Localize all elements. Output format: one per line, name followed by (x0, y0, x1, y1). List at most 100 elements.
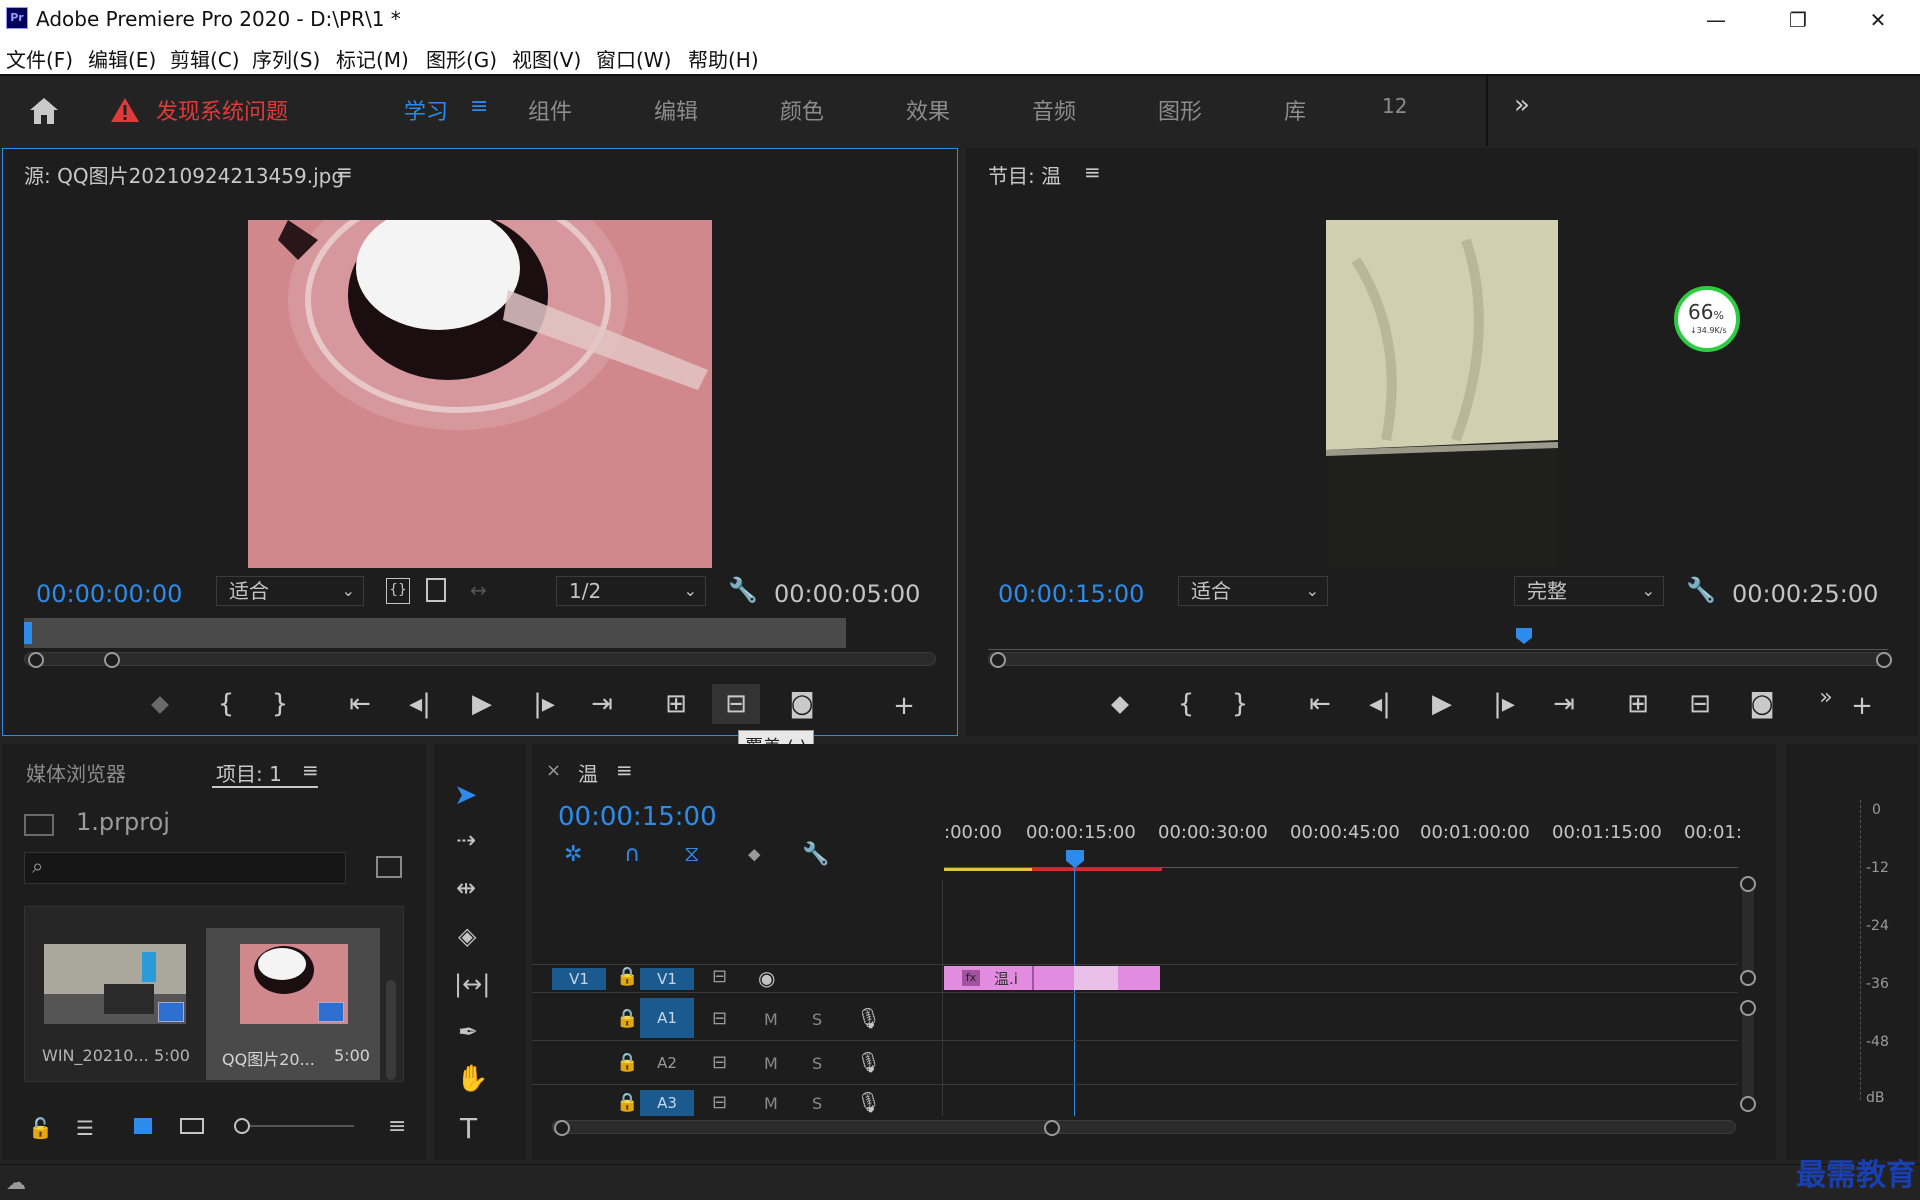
razor-tool-icon[interactable]: ◈ (458, 922, 476, 950)
source-playhead[interactable] (24, 622, 32, 644)
tab-media-browser[interactable]: 媒体浏览器 (26, 758, 126, 787)
program-quality-select[interactable]: 完整 ⌄ (1514, 576, 1664, 606)
tab-effects[interactable]: 效果 (906, 94, 950, 126)
eye-icon[interactable]: ◉ (758, 966, 775, 990)
freeform-view-icon[interactable] (180, 1118, 204, 1134)
sync-lock-icon[interactable]: ⊟ (712, 1092, 727, 1113)
mark-out-icon[interactable]: } (1222, 686, 1258, 722)
scroll-handle[interactable] (1740, 970, 1756, 986)
snap-icon[interactable]: ∩ (624, 842, 640, 867)
timeline-horizontal-scrollbar[interactable] (552, 1120, 1736, 1134)
lock-icon[interactable]: 🔓 (28, 1116, 53, 1140)
source-zoom-select[interactable]: 适合 ⌄ (216, 576, 364, 606)
go-to-in-icon[interactable]: ⇤ (342, 686, 378, 722)
menu-window[interactable]: 窗口(W) (596, 44, 671, 73)
project-panel-menu-icon[interactable]: ≡ (302, 758, 319, 782)
step-forward-icon[interactable]: |▸ (526, 686, 562, 722)
microphone-icon[interactable]: 🎙 (856, 1090, 881, 1114)
nest-toggle-icon[interactable]: ✲ (564, 842, 582, 867)
source-time-ruler[interactable] (24, 618, 846, 648)
scrollbar-handle-right[interactable] (104, 652, 120, 668)
mute-button[interactable]: M (764, 1094, 778, 1113)
system-issue-alert[interactable]: 发现系统问题 (156, 94, 288, 126)
program-zoom-scrollbar[interactable] (988, 652, 1892, 666)
program-panel-menu-icon[interactable]: ≡ (1084, 160, 1101, 184)
lock-icon[interactable]: 🔒 (616, 1052, 638, 1073)
track-select-tool-icon[interactable]: ⇢ (456, 826, 476, 854)
scrollbar-handle-right[interactable] (1044, 1120, 1060, 1136)
film-strip-icon[interactable] (426, 578, 446, 602)
lock-icon[interactable]: 🔒 (616, 966, 638, 987)
scroll-handle[interactable] (1740, 876, 1756, 892)
sort-icon[interactable]: ≡ (388, 1114, 406, 1139)
tab-graphics[interactable]: 图形 (1158, 94, 1202, 126)
wrench-icon[interactable]: 🔧 (802, 842, 829, 867)
step-back-icon[interactable]: ◂| (1362, 686, 1398, 722)
scroll-handle[interactable] (1740, 1000, 1756, 1016)
list-view-icon[interactable]: ☰ (76, 1116, 94, 1140)
tab-color[interactable]: 颜色 (780, 94, 824, 126)
scrollbar-handle-left[interactable] (990, 652, 1006, 668)
menu-help[interactable]: 帮助(H) (688, 44, 759, 73)
sync-lock-icon[interactable]: ⊟ (712, 1008, 727, 1029)
new-bin-icon[interactable] (376, 856, 402, 878)
overwrite-icon[interactable]: ⊟ (718, 686, 754, 722)
creative-cloud-icon[interactable]: ☁ (6, 1170, 26, 1194)
audio-tracks-scrollbar[interactable] (1742, 1004, 1754, 1108)
program-monitor-title[interactable]: 节目: 温 (988, 160, 1061, 189)
play-icon[interactable]: ▶ (464, 686, 500, 722)
close-sequence-tab-icon[interactable]: × (546, 760, 561, 781)
go-to-out-icon[interactable]: ⇥ (1546, 686, 1582, 722)
hamburger-icon[interactable]: ≡ (470, 94, 488, 119)
tab-editing[interactable]: 编辑 (654, 94, 698, 126)
zoom-slider-handle[interactable] (234, 1118, 250, 1134)
program-playhead-timecode[interactable]: 00:00:15:00 (998, 580, 1144, 608)
scrollbar-handle-left[interactable] (28, 652, 44, 668)
scroll-handle[interactable] (1740, 1096, 1756, 1112)
slip-tool-icon[interactable]: |↔| (454, 970, 490, 998)
source-resolution-select[interactable]: 1/2 ⌄ (556, 576, 706, 606)
tab-custom-12[interactable]: 12 (1382, 94, 1407, 118)
source-zoom-scrollbar[interactable] (24, 652, 936, 666)
extract-icon[interactable]: ⊟ (1682, 686, 1718, 722)
mark-out-icon[interactable]: } (262, 686, 298, 722)
camera-icon[interactable]: ◙ (1744, 686, 1780, 722)
add-button-icon[interactable]: + (1844, 688, 1880, 724)
scrollbar-handle-right[interactable] (1876, 652, 1892, 668)
timeline-menu-icon[interactable]: ≡ (616, 758, 633, 782)
mark-in-icon[interactable]: { (208, 686, 244, 722)
clip-selected-segment[interactable] (1074, 966, 1118, 990)
safe-margins-icon[interactable]: {} (386, 578, 410, 604)
program-time-ruler[interactable] (988, 630, 1888, 650)
microphone-icon[interactable]: 🎙 (856, 1006, 881, 1030)
a1-track-target[interactable]: A1 (640, 998, 694, 1038)
project-search-input[interactable] (24, 852, 346, 884)
scrollbar-handle-left[interactable] (554, 1120, 570, 1136)
timeline-ruler[interactable] (944, 852, 1738, 868)
menu-edit[interactable]: 编辑(E) (88, 44, 156, 73)
sequence-tab[interactable]: 温 (578, 758, 598, 787)
menu-markers[interactable]: 标记(M) (336, 44, 409, 73)
microphone-icon[interactable]: 🎙 (856, 1050, 881, 1074)
source-panel-menu-icon[interactable]: ≡ (336, 160, 353, 184)
tab-project[interactable]: 项目: 1 (216, 758, 282, 787)
wrench-icon[interactable]: 🔧 (1686, 576, 1716, 604)
a2-track-target[interactable]: A2 (640, 1054, 694, 1074)
solo-button[interactable]: S (812, 1010, 822, 1029)
add-marker-icon[interactable]: ⬥ (1102, 686, 1138, 722)
menu-graphics[interactable]: 图形(G) (426, 44, 497, 73)
camera-icon[interactable]: ◙ (784, 686, 820, 722)
source-playhead-timecode[interactable]: 00:00:00:00 (36, 580, 182, 608)
timeline-timecode[interactable]: 00:00:15:00 (558, 802, 717, 832)
project-scrollbar[interactable] (386, 980, 396, 1080)
home-icon[interactable] (26, 94, 62, 128)
mark-in-icon[interactable]: { (1168, 686, 1204, 722)
step-forward-icon[interactable]: |▸ (1486, 686, 1522, 722)
lock-icon[interactable]: 🔒 (616, 1008, 638, 1029)
menu-file[interactable]: 文件(F) (6, 44, 73, 73)
insert-icon[interactable]: ⊞ (658, 686, 694, 722)
menu-sequence[interactable]: 序列(S) (252, 44, 320, 73)
go-to-out-icon[interactable]: ⇥ (584, 686, 620, 722)
more-workspaces-icon[interactable]: » (1514, 90, 1530, 120)
linked-selection-icon[interactable]: ⧖ (684, 842, 699, 867)
